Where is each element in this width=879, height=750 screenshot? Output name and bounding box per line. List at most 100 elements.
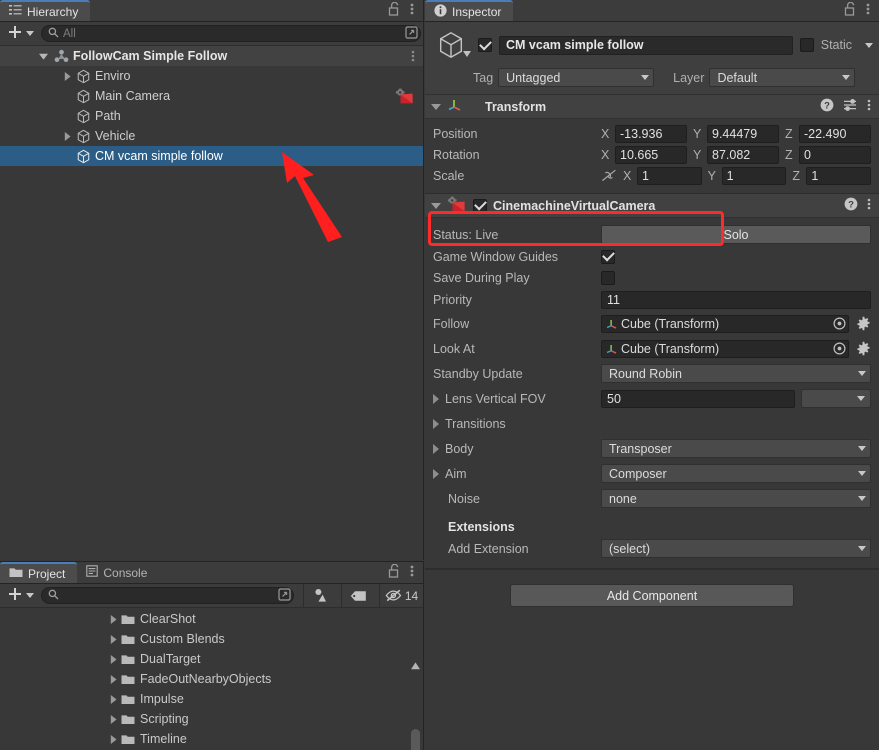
layer-dropdown[interactable]: Default (709, 68, 856, 87)
kebab-menu-icon[interactable] (410, 2, 414, 19)
help-icon[interactable]: ? (844, 197, 858, 214)
project-item-fadeoutnearbyobjects[interactable]: FadeOutNearbyObjects (0, 669, 423, 689)
expand-arrow-icon[interactable] (36, 52, 50, 61)
add-component-area: Add Component (425, 569, 879, 607)
kebab-menu-icon[interactable] (411, 49, 415, 66)
expand-arrow-icon[interactable] (105, 694, 121, 704)
gameobject-enabled-checkbox[interactable] (478, 38, 492, 52)
lock-open-icon[interactable] (388, 563, 400, 581)
scroll-up-arrow-icon[interactable] (411, 659, 420, 673)
gear-icon[interactable] (856, 341, 871, 356)
foldout-arrow-icon[interactable] (431, 202, 441, 209)
tag-dropdown[interactable]: Untagged (498, 68, 655, 87)
create-asset-button[interactable] (5, 587, 37, 604)
add-extension-dropdown[interactable]: (select) (601, 539, 871, 558)
project-item-timeline[interactable]: Timeline (0, 729, 423, 749)
rotation-x-field[interactable]: 10.665 (615, 145, 687, 164)
aim-dropdown[interactable]: Composer (601, 464, 871, 483)
chevron-down-icon[interactable] (865, 42, 873, 48)
hierarchy-item-main-camera[interactable]: Main Camera (0, 86, 423, 106)
hierarchy-item-followcam-simple-follow[interactable]: FollowCam Simple Follow (0, 46, 423, 66)
rotation-z-field[interactable]: 0 (799, 145, 871, 164)
project-item-dualtarget[interactable]: DualTarget (0, 649, 423, 669)
tab-project[interactable]: Project (0, 562, 78, 583)
search-expand-icon[interactable] (278, 587, 291, 604)
project-item-clearshot[interactable]: ClearShot (0, 609, 423, 629)
kebab-menu-icon[interactable] (866, 2, 870, 19)
scale-y-field[interactable]: 1 (721, 166, 787, 185)
save-during-play-checkbox[interactable] (601, 270, 615, 285)
body-label[interactable]: Body (433, 442, 601, 456)
hierarchy-search-input[interactable]: All (41, 25, 421, 42)
look-at-object-field[interactable]: Cube (Transform) (601, 339, 849, 358)
game-window-guides-checkbox[interactable] (601, 249, 615, 264)
foldout-arrow-icon[interactable] (431, 103, 441, 110)
gear-icon[interactable] (856, 316, 871, 331)
hierarchy-item-path[interactable]: Path (0, 106, 423, 126)
lens-vertical-fov-field[interactable]: 50 (601, 389, 795, 408)
gameobject-name-row: CM vcam simple follow Static (431, 28, 873, 62)
noise-dropdown[interactable]: none (601, 489, 871, 508)
transform-component-header[interactable]: Transform ? (425, 95, 879, 119)
kebab-menu-icon[interactable] (410, 564, 414, 581)
foldout-arrow-icon[interactable] (433, 418, 439, 429)
tab-console[interactable]: Console (77, 562, 160, 583)
expand-arrow-icon[interactable] (105, 734, 121, 744)
solo-button[interactable]: Solo (601, 225, 871, 244)
lock-open-icon[interactable] (844, 1, 856, 19)
expand-arrow-icon[interactable] (105, 634, 121, 644)
label-tag-icon[interactable] (341, 583, 375, 608)
create-gameobject-button[interactable] (5, 25, 37, 42)
expand-arrow-icon[interactable] (105, 654, 121, 664)
lens-preset-dropdown[interactable] (801, 389, 871, 408)
expand-arrow-icon[interactable] (105, 614, 121, 624)
cinemachine-virtual-camera-header[interactable]: CinemachineVirtualCamera ? (425, 194, 879, 218)
aim-label[interactable]: Aim (433, 467, 601, 481)
expand-arrow-icon[interactable] (60, 71, 74, 81)
constrain-proportions-off-icon[interactable] (601, 169, 617, 182)
priority-field[interactable]: 11 (601, 290, 871, 309)
hierarchy-item-enviro[interactable]: Enviro (0, 66, 423, 86)
object-picker-icon[interactable] (830, 317, 848, 330)
rotation-y-field[interactable]: 87.082 (707, 145, 779, 164)
standby-update-dropdown[interactable]: Round Robin (601, 364, 871, 383)
project-item-scripting[interactable]: Scripting (0, 709, 423, 729)
expand-arrow-icon[interactable] (105, 674, 121, 684)
foldout-arrow-icon[interactable] (433, 468, 439, 479)
foldout-arrow-icon[interactable] (433, 393, 439, 404)
object-picker-icon[interactable] (830, 342, 848, 355)
position-x-field[interactable]: -13.936 (615, 124, 687, 143)
lock-open-icon[interactable] (388, 1, 400, 19)
project-item-impulse[interactable]: Impulse (0, 689, 423, 709)
gameobject-name-field[interactable]: CM vcam simple follow (499, 35, 793, 55)
add-component-button[interactable]: Add Component (510, 584, 794, 607)
body-dropdown[interactable]: Transposer (601, 439, 871, 458)
scale-z-field[interactable]: 1 (806, 166, 872, 185)
hidden-packages-icon[interactable]: 14 (379, 583, 423, 608)
kebab-menu-icon[interactable] (867, 98, 871, 115)
project-search-input[interactable] (41, 587, 294, 604)
scale-x-field[interactable]: 1 (637, 166, 702, 185)
hierarchy-item-vehicle[interactable]: Vehicle (0, 126, 423, 146)
project-item-custom-blends[interactable]: Custom Blends (0, 629, 423, 649)
gameobject-cube-icon[interactable] (431, 28, 471, 62)
help-icon[interactable]: ? (820, 98, 834, 115)
preset-icon[interactable] (843, 98, 858, 115)
search-expand-icon[interactable] (405, 25, 418, 42)
tab-hierarchy[interactable]: Hierarchy (0, 0, 91, 21)
position-z-field[interactable]: -22.490 (799, 124, 871, 143)
static-checkbox[interactable] (799, 38, 814, 52)
hierarchy-item-cm-vcam-simple-follow[interactable]: CM vcam simple follow (0, 146, 423, 166)
follow-object-field[interactable]: Cube (Transform) (601, 314, 849, 333)
kebab-menu-icon[interactable] (867, 197, 871, 214)
component-enabled-checkbox[interactable] (473, 198, 487, 213)
expand-arrow-icon[interactable] (60, 131, 74, 141)
axis-z-label: Z (785, 147, 793, 162)
project-scrollbar-thumb[interactable] (411, 729, 420, 750)
favorites-icon[interactable] (303, 583, 337, 608)
foldout-arrow-icon[interactable] (433, 443, 439, 454)
transitions-label[interactable]: Transitions (433, 417, 601, 431)
position-y-field[interactable]: 9.44479 (707, 124, 779, 143)
expand-arrow-icon[interactable] (105, 714, 121, 724)
tab-inspector[interactable]: Inspector (425, 0, 514, 21)
